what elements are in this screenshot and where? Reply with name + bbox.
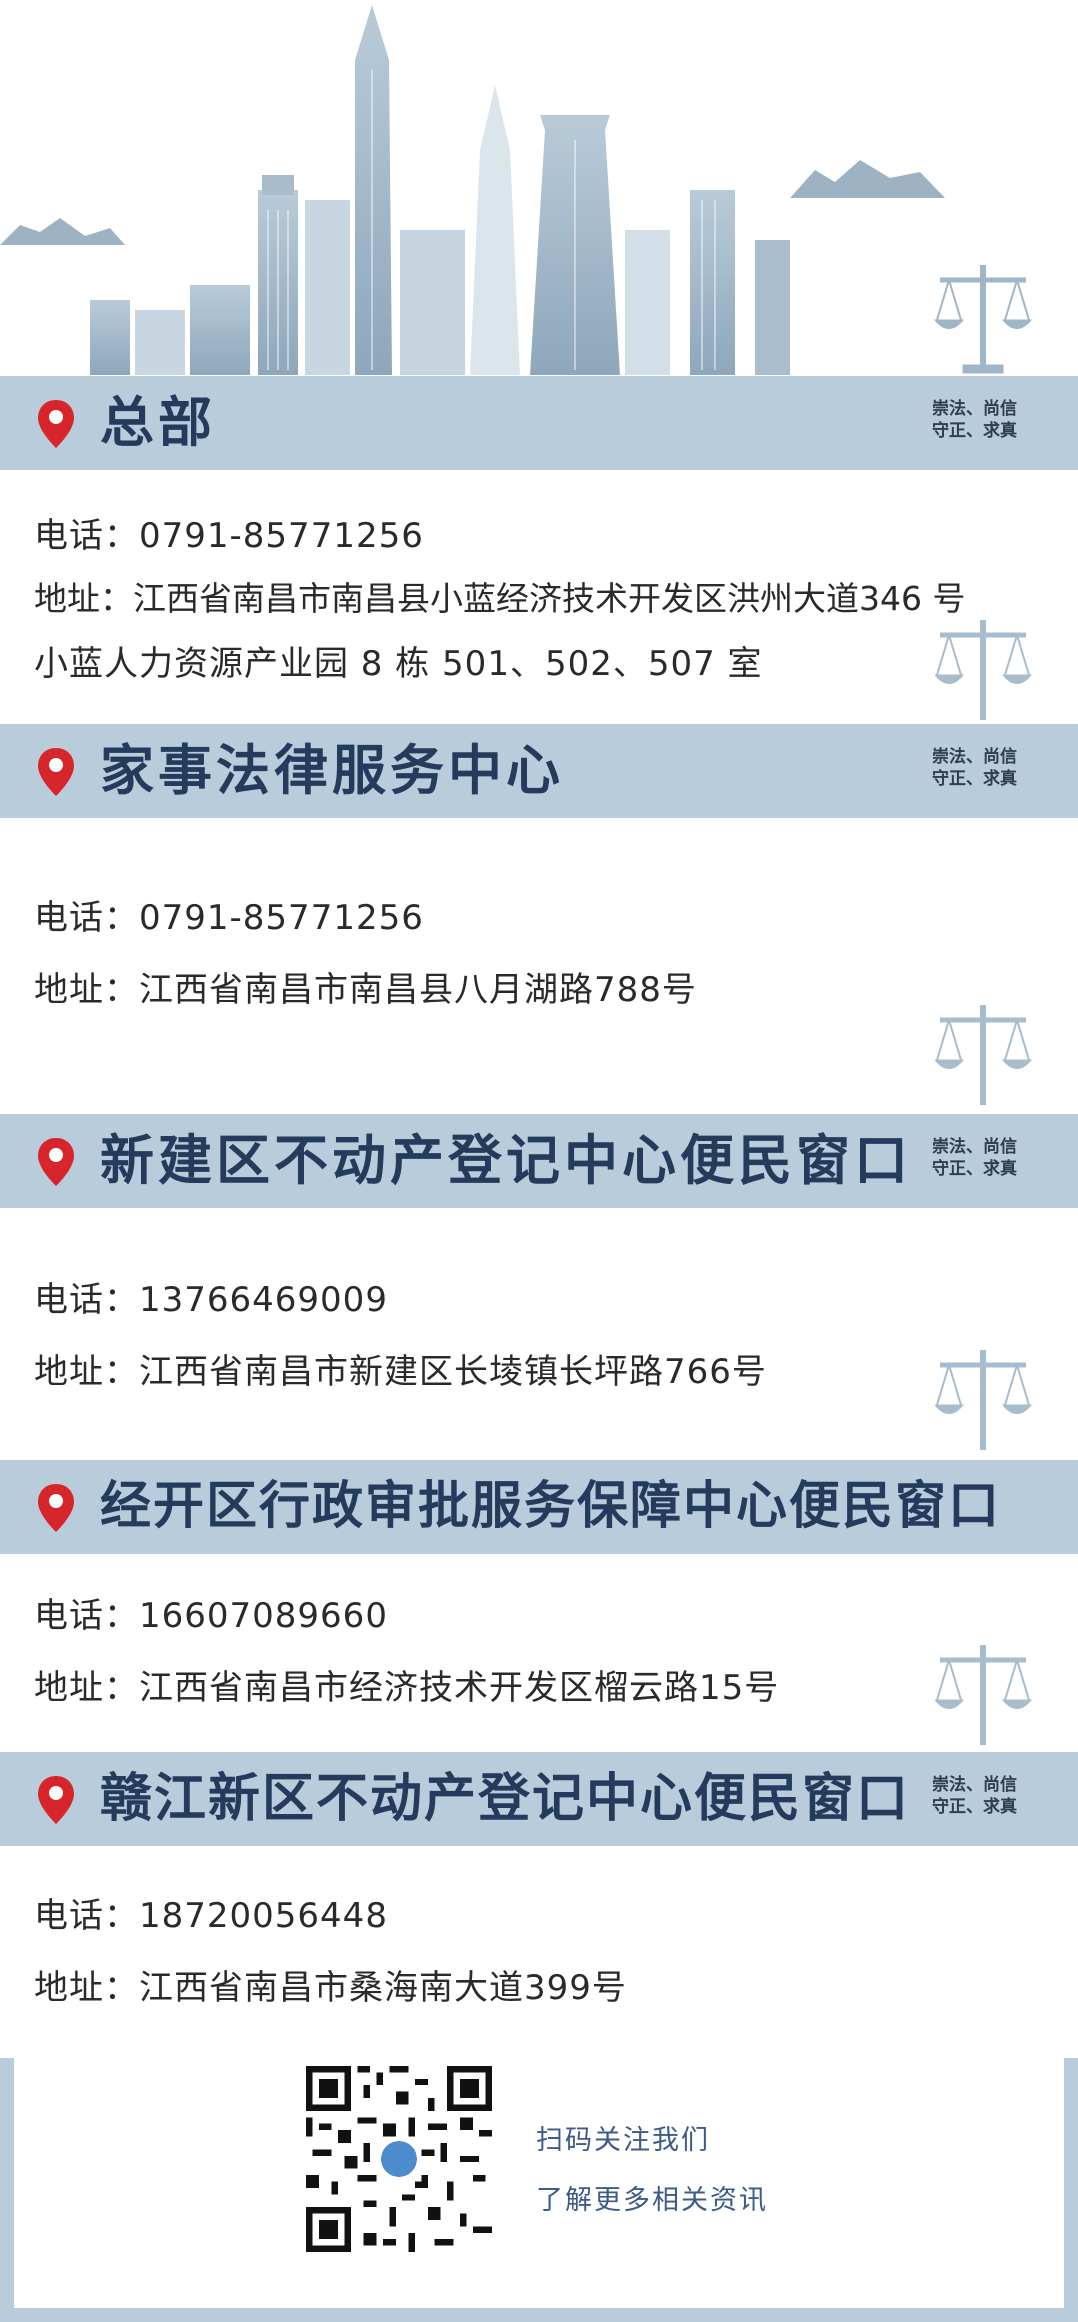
motto-line-2: 守正、求真	[932, 421, 1017, 441]
location-pin-icon	[38, 1484, 74, 1532]
scales-of-justice-icon	[935, 620, 1033, 720]
phone-line: 电话：18720056448	[34, 1896, 388, 1936]
section-header-ganjiang-window: 赣江新区不动产登记中心便民窗口 崇法、尚信 守正、求真	[0, 1752, 1078, 1846]
section-title: 家事法律服务中心	[100, 739, 564, 802]
scales-of-justice-icon	[935, 1350, 1033, 1450]
motto: 崇法、尚信 守正、求真	[932, 1136, 1052, 1180]
phone-line: 电话：0791-85771256	[34, 898, 424, 938]
city-skyline-illustration	[0, 5, 1033, 375]
location-pin-icon	[38, 1776, 74, 1824]
motto-line-1: 崇法、尚信	[932, 747, 1017, 767]
location-pin-icon	[38, 400, 74, 448]
location-pin-icon	[38, 1138, 74, 1186]
motto-line-2: 守正、求真	[932, 1797, 1017, 1817]
learn-more-text: 了解更多相关资讯	[536, 2185, 768, 2216]
section-header-family-law-center: 家事法律服务中心 崇法、尚信 守正、求真	[0, 724, 1078, 818]
section-title: 经开区行政审批服务保障中心便民窗口	[100, 1477, 1002, 1536]
scan-follow-text: 扫码关注我们	[536, 2125, 710, 2156]
motto: 崇法、尚信 守正、求真	[932, 1774, 1052, 1818]
section-header-jingkai-window: 经开区行政审批服务保障中心便民窗口	[0, 1460, 1078, 1554]
scales-of-justice-icon	[935, 1645, 1033, 1745]
section-title: 新建区不动产登记中心便民窗口	[100, 1129, 912, 1192]
location-pin-icon	[38, 748, 74, 796]
section-title: 总部	[100, 391, 216, 454]
section-title: 赣江新区不动产登记中心便民窗口	[100, 1769, 911, 1829]
scales-of-justice-icon	[935, 1005, 1033, 1105]
phone-line: 电话：13766469009	[34, 1280, 388, 1320]
address-line: 地址：江西省南昌市新建区长堎镇长坪路766号	[34, 1352, 767, 1392]
motto-line-1: 崇法、尚信	[932, 1775, 1017, 1795]
motto-line-2: 守正、求真	[932, 769, 1017, 789]
section-header-headquarters: 总部 崇法、尚信 守正、求真	[0, 376, 1078, 470]
address-line: 地址：江西省南昌市桑海南大道399号	[34, 1968, 627, 2008]
motto: 崇法、尚信 守正、求真	[932, 746, 1052, 790]
phone-line: 电话：16607089660	[34, 1596, 388, 1636]
address-line-2: 小蓝人力资源产业园 8 栋 501、502、507 室	[34, 644, 763, 684]
motto-line-1: 崇法、尚信	[932, 399, 1017, 419]
address-line: 地址：江西省南昌市南昌县八月湖路788号	[34, 970, 697, 1010]
address-line: 地址：江西省南昌市经济技术开发区榴云路15号	[34, 1668, 780, 1708]
address-line: 地址：江西省南昌市南昌县小蓝经济技术开发区洪州大道346 号	[34, 579, 966, 618]
qr-code[interactable]	[306, 2066, 492, 2252]
section-header-xinjian-window: 新建区不动产登记中心便民窗口 崇法、尚信 守正、求真	[0, 1114, 1078, 1208]
motto: 崇法、尚信 守正、求真	[932, 398, 1052, 442]
phone-line: 电话：0791-85771256	[34, 516, 424, 556]
motto-line-2: 守正、求真	[932, 1159, 1017, 1179]
motto-line-1: 崇法、尚信	[932, 1137, 1017, 1157]
